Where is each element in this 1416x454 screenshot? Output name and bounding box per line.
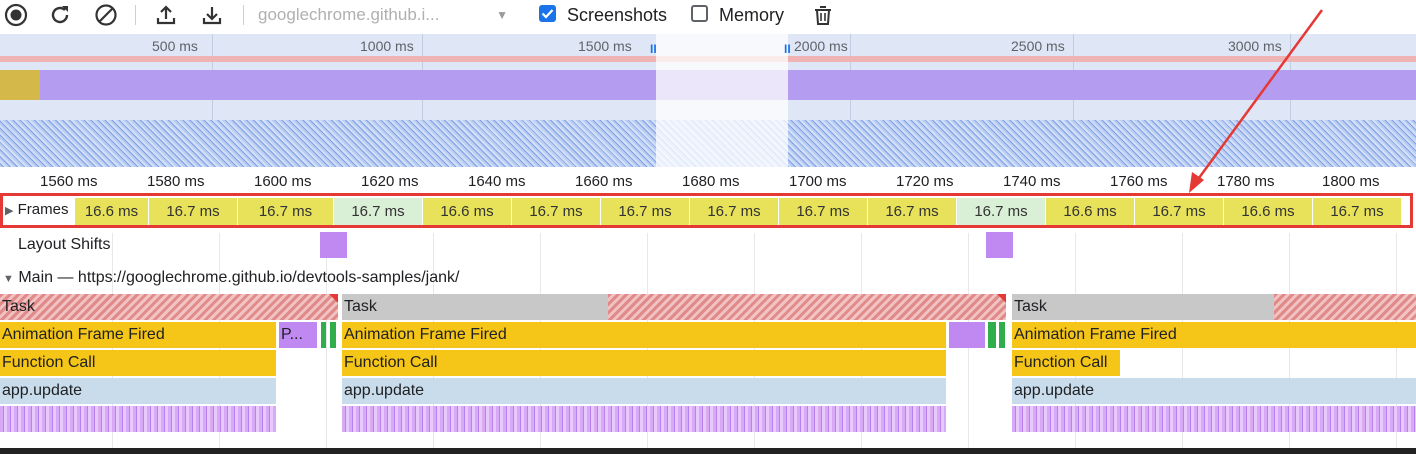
record-button[interactable] [2, 2, 30, 28]
long-task[interactable]: Task [0, 294, 338, 320]
overview-tick: 2000 ms [794, 38, 848, 54]
overview-tick: 2500 ms [1011, 38, 1065, 54]
ruler-tick: 1620 ms [361, 173, 419, 190]
record-icon [4, 3, 28, 27]
ruler-tick: 1680 ms [682, 173, 740, 190]
upload-icon [156, 5, 176, 25]
long-task-overtime[interactable] [608, 294, 1006, 320]
ruler-tick: 1640 ms [468, 173, 526, 190]
chevron-down-icon: ▼ [496, 8, 508, 22]
toolbar: googlechrome.github.i... ▼ Screenshots M… [0, 0, 1416, 32]
overview-tick: 500 ms [152, 38, 198, 54]
ruler-tick: 1560 ms [40, 173, 98, 190]
selection-handle-left[interactable]: II [650, 42, 657, 56]
profile-select[interactable]: googlechrome.github.i... ▼ [258, 3, 516, 27]
animation-frame-fired[interactable]: Animation Frame Fired [0, 322, 276, 348]
ruler-tick: 1740 ms [1003, 173, 1061, 190]
collapse-arrow-icon: ▼ [3, 273, 14, 285]
memory-checkbox[interactable] [691, 5, 708, 22]
ruler-tick: 1700 ms [789, 173, 847, 190]
ruler-tick: 1660 ms [575, 173, 633, 190]
checkmark-icon [541, 9, 554, 19]
long-task-flag [997, 294, 1006, 303]
time-ruler: 1560 ms 1580 ms 1600 ms 1620 ms 1640 ms … [0, 167, 1416, 193]
main-track-header[interactable]: ▼ Main — https://googlechrome.github.io/… [3, 269, 459, 287]
ruler-tick: 1580 ms [147, 173, 205, 190]
paint-event[interactable]: P... [279, 322, 317, 348]
ruler-tick: 1600 ms [254, 173, 312, 190]
overview-tick: 1000 ms [360, 38, 414, 54]
animation-frame-fired[interactable]: Animation Frame Fired [1012, 322, 1416, 348]
ruler-tick: 1760 ms [1110, 173, 1168, 190]
long-task-overtime[interactable] [1274, 294, 1416, 320]
bottom-edge [0, 448, 1416, 454]
layout-shift-marker[interactable] [320, 232, 347, 258]
function-call[interactable]: Function Call [1012, 350, 1120, 376]
clear-button[interactable] [92, 2, 120, 28]
app-update-call[interactable]: app.update [1012, 378, 1416, 404]
layout-shifts-label: Layout Shifts [18, 236, 111, 253]
reload-record-button[interactable] [46, 2, 74, 28]
save-profile-button[interactable] [198, 2, 226, 28]
task[interactable]: Task [342, 294, 608, 320]
function-call[interactable]: Function Call [0, 350, 276, 376]
screenshots-checkbox[interactable] [539, 5, 556, 22]
task-label: Task [1014, 298, 1047, 315]
task-label: Task [2, 298, 35, 315]
animation-frame-fired[interactable]: Animation Frame Fired [342, 322, 946, 348]
nested-calls[interactable] [342, 406, 946, 432]
overview-selection-window[interactable] [656, 34, 788, 167]
toolbar-divider [243, 5, 244, 25]
ruler-tick: 1800 ms [1322, 173, 1380, 190]
composite-event[interactable] [321, 322, 326, 348]
toolbar-divider [135, 5, 136, 25]
annotation-highlight-box [0, 193, 1413, 228]
long-task-flag [329, 294, 338, 303]
selection-handle-right[interactable]: II [784, 42, 791, 56]
profile-select-value: googlechrome.github.i... [258, 5, 440, 24]
ruler-tick: 1780 ms [1217, 173, 1275, 190]
function-call[interactable]: Function Call [342, 350, 946, 376]
composite-event[interactable] [330, 322, 336, 348]
overview-tick: 3000 ms [1228, 38, 1282, 54]
ruler-tick: 1720 ms [896, 173, 954, 190]
layout-shift-marker[interactable] [986, 232, 1013, 258]
task[interactable]: Task [1012, 294, 1274, 320]
nested-calls[interactable] [0, 406, 276, 432]
memory-label: Memory [719, 5, 785, 25]
trash-icon [815, 6, 831, 25]
cpu-chart-loading [0, 70, 40, 100]
load-profile-button[interactable] [152, 2, 180, 28]
overview-tick: 1500 ms [578, 38, 632, 54]
clear-icon [95, 4, 117, 26]
gridline [326, 233, 327, 454]
reload-icon [51, 6, 69, 24]
paint-event[interactable] [949, 322, 985, 348]
garbage-collect-button[interactable] [809, 2, 837, 28]
composite-event[interactable] [988, 322, 996, 348]
app-update-call[interactable]: app.update [0, 378, 276, 404]
app-update-call[interactable]: app.update [342, 378, 946, 404]
task-label: Task [344, 298, 377, 315]
main-track-label: Main — https://googlechrome.github.io/de… [18, 269, 460, 286]
composite-event[interactable] [999, 322, 1005, 348]
download-icon [202, 7, 222, 25]
screenshots-label: Screenshots [567, 5, 668, 25]
nested-calls[interactable] [1012, 406, 1416, 432]
